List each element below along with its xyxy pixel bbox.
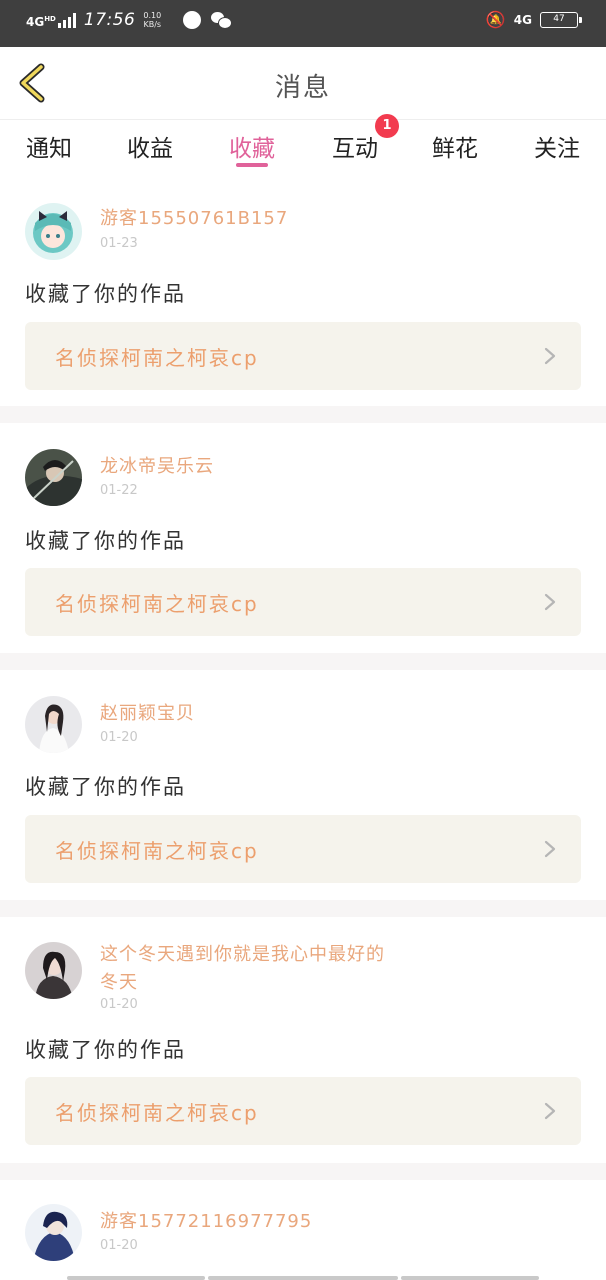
chevron-right-icon [544,840,556,858]
page-title: 消息 [274,73,331,103]
avatar-image [25,1204,82,1261]
work-title: 名侦探柯南之柯哀cp [55,346,259,370]
chevron-right-icon [544,593,556,611]
timestamp: 01-20 [100,997,138,1012]
avatar[interactable] [25,696,82,753]
divider [0,900,606,917]
app-notification-icon [183,11,202,29]
chevron-right-icon [544,1102,556,1120]
tab-notifications[interactable]: 通知 [14,129,84,163]
avatar-image [25,203,82,260]
username[interactable]: 赵丽颖宝贝 [100,700,400,728]
avatar[interactable] [25,203,82,260]
interactions-badge: 1 [375,114,399,138]
timestamp: 01-23 [100,236,138,251]
divider [0,1163,606,1180]
network-speed: 0.10 KB/s [143,11,161,29]
divider [0,653,606,670]
work-title: 名侦探柯南之柯哀cp [55,592,259,616]
bottom-bar-segment [208,1276,398,1280]
message-item: 游客15772116977795 01-20 [0,1180,606,1280]
message-item: 游客15550761B157 01-23 收藏了你的作品 名侦探柯南之柯哀cp [0,181,606,406]
speed-unit: KB/s [143,20,162,29]
action-text: 收藏了你的作品 [25,775,186,799]
timestamp: 01-22 [100,483,138,498]
timestamp: 01-20 [100,1238,138,1253]
action-text: 收藏了你的作品 [25,1038,186,1062]
avatar[interactable] [25,942,82,999]
action-text: 收藏了你的作品 [25,282,186,306]
message-item: 这个冬天遇到你就是我心中最好的冬天 01-20 收藏了你的作品 名侦探柯南之柯哀… [0,917,606,1163]
work-link[interactable]: 名侦探柯南之柯哀cp [25,815,581,883]
tab-earnings[interactable]: 收益 [115,129,185,163]
wechat-icon [211,12,233,29]
timestamp: 01-20 [100,730,138,745]
bottom-bar-segment [401,1276,539,1280]
battery-icon: 47 [540,12,582,28]
chevron-right-icon [544,347,556,365]
tab-favorites[interactable]: 收藏 [217,129,287,163]
message-item: 赵丽颖宝贝 01-20 收藏了你的作品 名侦探柯南之柯哀cp [0,670,606,900]
divider [0,406,606,423]
mobile-data-indicator: 4G [513,13,532,27]
speed-value: 0.10 [143,11,162,20]
action-text: 收藏了你的作品 [25,529,186,553]
username[interactable]: 游客15550761B157 [100,205,400,233]
username[interactable]: 龙冰帝吴乐云 [100,453,400,481]
battery-level: 47 [553,14,565,24]
username[interactable]: 这个冬天遇到你就是我心中最好的冬天 [100,941,390,997]
signal-icon [57,12,76,28]
network-indicator: 4GHD [26,13,56,28]
clock: 17:56 [83,10,136,30]
work-link[interactable]: 名侦探柯南之柯哀cp [25,568,581,636]
tab-bar: 通知 收益 收藏 互动 鲜花 关注 [0,121,606,181]
tab-following[interactable]: 关注 [522,129,592,163]
network-hd: HD [44,14,56,23]
avatar[interactable] [25,449,82,506]
avatar-image [25,449,82,506]
tab-flowers[interactable]: 鲜花 [420,129,490,163]
bottom-bar-segment [67,1276,205,1280]
status-bar: 4GHD 17:56 0.10 KB/s 🔕 4G 47 [0,0,606,47]
mute-bell-icon: 🔕 [485,10,506,29]
username[interactable]: 游客15772116977795 [100,1208,400,1236]
avatar-image [25,696,82,753]
avatar-image [25,942,82,999]
network-type: 4G [26,14,45,29]
avatar[interactable] [25,1204,82,1261]
work-title: 名侦探柯南之柯哀cp [55,1101,259,1125]
work-link[interactable]: 名侦探柯南之柯哀cp [25,322,581,390]
nav-header: 消息 [0,47,606,120]
active-tab-indicator [236,163,268,167]
message-item: 龙冰帝吴乐云 01-22 收藏了你的作品 名侦探柯南之柯哀cp [0,423,606,653]
work-link[interactable]: 名侦探柯南之柯哀cp [25,1077,581,1145]
work-title: 名侦探柯南之柯哀cp [55,839,259,863]
